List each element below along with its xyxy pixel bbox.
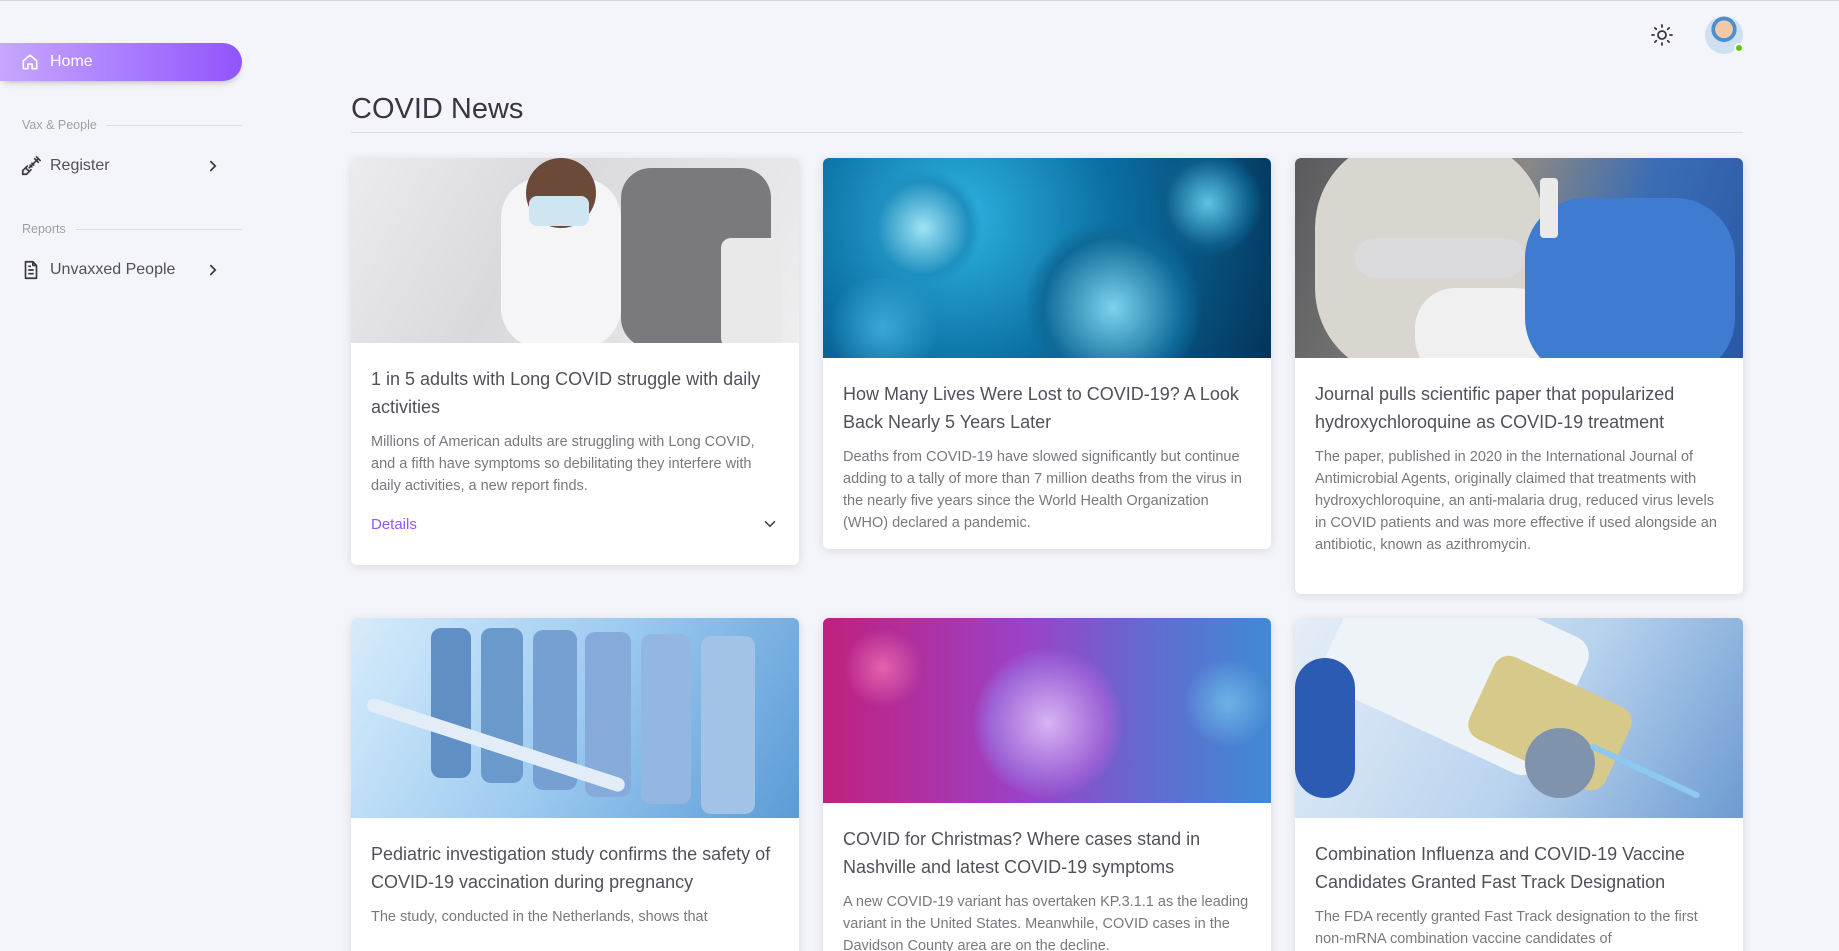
news-image-virus-dna [823, 618, 1271, 803]
divider [351, 132, 1743, 133]
news-card-text: Deaths from COVID-19 have slowed signifi… [843, 449, 1242, 531]
news-card-title[interactable]: 1 in 5 adults with Long COVID struggle w… [371, 365, 779, 421]
section-header-label: Reports [22, 222, 66, 236]
section-header-label: Vax & People [22, 118, 97, 132]
news-card: Pediatric investigation study confirms t… [351, 618, 799, 951]
nav-item-label: Register [50, 157, 110, 174]
news-card-text: The paper, published in 2020 in the Inte… [1315, 449, 1717, 553]
news-image-doctor [351, 158, 799, 343]
home-icon [20, 52, 40, 72]
section-header-reports: Reports [22, 221, 242, 237]
sidebar: Home Vax & People Register Reports Unvax… [0, 1, 242, 951]
nav-item-label: Unvaxxed People [50, 261, 176, 278]
news-card-text: The FDA recently granted Fast Track desi… [1315, 909, 1698, 947]
syringe-icon [20, 155, 42, 177]
details-toggle[interactable]: Details [351, 497, 799, 533]
nav-item-label: Home [50, 53, 93, 70]
nav-item-home[interactable]: Home [0, 43, 242, 81]
news-card-title[interactable]: How Many Lives Were Lost to COVID-19? A … [843, 380, 1251, 436]
divider [106, 124, 242, 126]
news-image-vials [351, 618, 799, 818]
nav-item-unvaxxed-people[interactable]: Unvaxxed People [0, 251, 242, 289]
news-card: COVID for Christmas? Where cases stand i… [823, 618, 1271, 951]
chevron-right-icon [204, 261, 222, 279]
news-card-title[interactable]: Pediatric investigation study confirms t… [371, 840, 779, 896]
news-card: Journal pulls scientific paper that popu… [1295, 158, 1743, 594]
details-label: Details [371, 515, 417, 533]
news-image-virus [823, 158, 1271, 358]
news-card: Combination Influenza and COVID-19 Vacci… [1295, 618, 1743, 951]
news-card-title[interactable]: COVID for Christmas? Where cases stand i… [843, 825, 1251, 881]
news-card-title[interactable]: Combination Influenza and COVID-19 Vacci… [1315, 840, 1723, 896]
section-header-vax: Vax & People [22, 117, 242, 133]
news-image-lab [1295, 158, 1743, 358]
online-status-badge [1734, 43, 1744, 53]
avatar[interactable] [1705, 16, 1744, 54]
theme-toggle-sun-icon[interactable] [1650, 23, 1674, 47]
page-title: COVID News [351, 93, 524, 125]
news-card-text: Millions of American adults are struggli… [371, 434, 755, 494]
chevron-down-icon [761, 515, 779, 533]
news-card: 1 in 5 adults with Long COVID struggle w… [351, 158, 799, 565]
news-card: How Many Lives Were Lost to COVID-19? A … [823, 158, 1271, 549]
news-card-text: A new COVID-19 variant has overtaken KP.… [843, 894, 1249, 951]
chevron-right-icon [204, 157, 222, 175]
divider [75, 228, 242, 230]
news-image-vaccine [1295, 618, 1743, 818]
document-icon [20, 259, 42, 281]
news-card-title[interactable]: Journal pulls scientific paper that popu… [1315, 380, 1723, 436]
nav-item-register[interactable]: Register [0, 147, 242, 185]
news-card-text: The study, conducted in the Netherlands,… [371, 909, 708, 925]
